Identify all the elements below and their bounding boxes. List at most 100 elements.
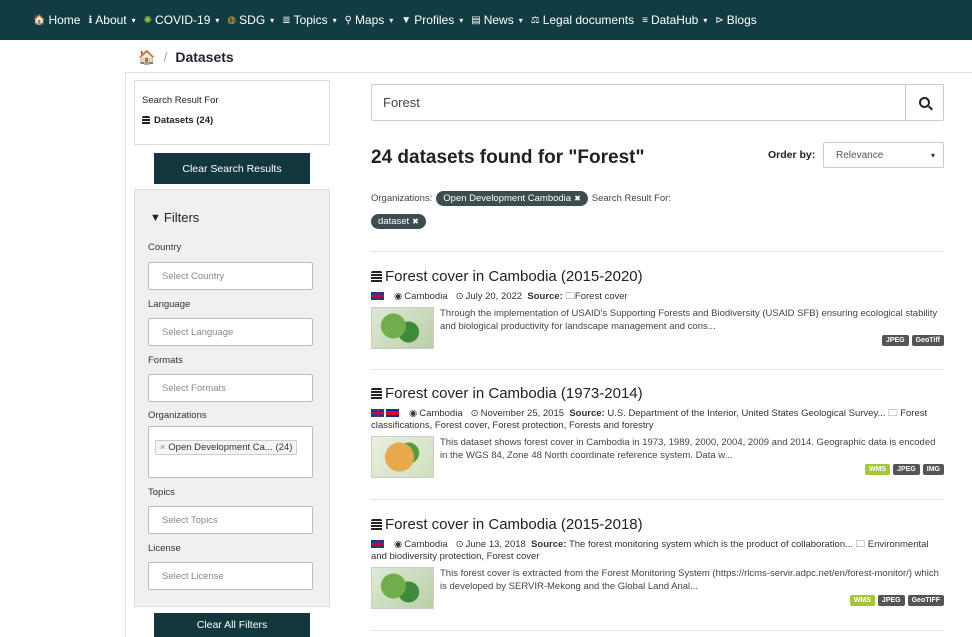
dataset-title-link[interactable]: Forest cover in Cambodia (2015-2020): [371, 268, 944, 285]
facet-org-chip[interactable]: Open Development Cambodia ✖: [436, 191, 588, 206]
nav-legal[interactable]: ⚖ Legal documents: [531, 13, 634, 27]
order-by-value: Relevance: [836, 149, 884, 161]
organization-chip-label: Open Development Ca... (24): [168, 441, 293, 453]
clock-icon: ⊙: [470, 408, 479, 419]
format-badge[interactable]: JPEG: [877, 595, 905, 606]
datasets-count-link[interactable]: Datasets (24): [142, 115, 322, 126]
dataset-thumbnail[interactable]: [371, 436, 434, 478]
caret-down-icon: ▾: [459, 15, 464, 25]
khmer-flag-icon[interactable]: [386, 409, 399, 418]
remove-icon[interactable]: ×: [160, 442, 165, 452]
list-icon: ≣: [282, 14, 291, 26]
dataset-meta: ◉ Cambodia ⊙ June 13, 2018 Source: The fore…: [371, 539, 944, 563]
dataset-description: This forest cover is extracted from the …: [440, 568, 939, 592]
clear-all-filters-button[interactable]: Clear All Filters: [154, 613, 310, 637]
dataset-meta: ◉ Cambodia ⊙ November 25, 2015 Source: U.S.…: [371, 408, 944, 432]
results-heading: 24 datasets found for "Forest": [371, 147, 645, 168]
dataset-date: July 20, 2022: [465, 291, 523, 302]
dataset-description: Through the implementation of USAID's Su…: [440, 308, 938, 332]
dataset-item: Forest cover in Cambodia (1973-2014) ◉ Ca…: [371, 385, 944, 478]
caret-down-icon: ▾: [215, 15, 220, 25]
license-label: License: [148, 543, 181, 554]
nav-topics[interactable]: ≣ Topics ▾: [282, 13, 336, 27]
nav-label: Home: [48, 13, 81, 27]
search-result-summary: Search Result For Datasets (24): [134, 80, 330, 145]
uk-flag-icon[interactable]: [371, 409, 384, 418]
facet-org-chip-label: Open Development Cambodia: [443, 193, 572, 204]
nav-blogs[interactable]: ⊳ Blogs: [715, 13, 756, 27]
dataset-source: Forest cover: [574, 291, 628, 302]
organization-chip[interactable]: × Open Development Ca... (24): [155, 439, 298, 455]
caret-down-icon: ▾: [518, 15, 523, 25]
nav-datahub[interactable]: ≡ DataHub ▾: [642, 13, 707, 27]
chevron-down-icon: ▾: [930, 150, 935, 160]
nav-covid[interactable]: ✺ COVID-19 ▾: [144, 13, 220, 27]
dataset-description: This dataset shows forest cover in Cambo…: [440, 437, 936, 461]
active-facets: Organizations: Open Development Cambodia…: [371, 191, 671, 206]
format-badge[interactable]: WMS: [849, 595, 875, 606]
remove-icon[interactable]: ✖: [412, 217, 419, 226]
dataset-title: Forest cover in Cambodia (2015-2018): [385, 516, 643, 533]
search-button[interactable]: [905, 85, 943, 120]
globe-icon: ◉: [409, 408, 418, 419]
home-icon: 🏠: [33, 14, 46, 26]
uk-flag-icon[interactable]: [371, 292, 384, 301]
database-icon: [371, 270, 382, 283]
nav-label: Topics: [293, 13, 328, 27]
search-input[interactable]: [372, 85, 905, 120]
country-select[interactable]: Select Country: [148, 262, 313, 290]
facet-type-chip[interactable]: dataset ✖: [371, 214, 426, 229]
format-badge[interactable]: GeoTiff: [911, 335, 944, 346]
nav-maps[interactable]: ⚲ Maps ▾: [345, 13, 394, 27]
divider: [371, 369, 944, 370]
language-select[interactable]: Select Language: [148, 318, 313, 346]
uk-flag-icon[interactable]: [371, 540, 384, 549]
formats-select[interactable]: Select Formats: [148, 374, 313, 402]
format-badge[interactable]: GeoTIFF: [907, 595, 944, 606]
topics-select[interactable]: Select Topics: [148, 506, 313, 534]
dataset-item: Forest cover in Cambodia (2015-2020) ◉ Ca…: [371, 268, 944, 349]
divider: [371, 630, 944, 631]
order-by-select[interactable]: Relevance ▾: [823, 142, 944, 168]
nav-home[interactable]: 🏠 Home: [33, 13, 80, 27]
organizations-select[interactable]: × Open Development Ca... (24): [148, 426, 313, 478]
filter-icon: ▼: [150, 211, 161, 224]
format-badge[interactable]: WMS: [864, 464, 891, 475]
dataset-thumbnail[interactable]: [371, 567, 434, 609]
search-bar: [371, 84, 944, 121]
nav-label: Maps: [354, 13, 385, 27]
database-icon: [371, 387, 382, 400]
nav-label: COVID-19: [155, 13, 211, 27]
caret-down-icon: ▾: [389, 15, 394, 25]
database-icon: [142, 116, 150, 125]
divider: [371, 499, 944, 500]
nav-profiles[interactable]: ▼ Profiles ▾: [401, 13, 463, 27]
nav-sdg[interactable]: ◍ SDG ▾: [227, 13, 274, 27]
filters-title: Filters: [163, 210, 200, 225]
nav-about[interactable]: ℹ About ▾: [88, 13, 135, 27]
home-icon[interactable]: 🏠: [138, 49, 155, 66]
caret-down-icon: ▾: [703, 15, 708, 25]
source-label: Source:: [531, 539, 567, 550]
country-label: Country: [148, 242, 182, 253]
format-badge[interactable]: IMG: [922, 464, 944, 475]
breadcrumb: 🏠 / Datasets: [138, 48, 234, 66]
filters-panel: ▼ Filters Country Select Country Language…: [134, 189, 330, 607]
format-badge[interactable]: JPEG: [881, 335, 909, 346]
clock-icon: ⊙: [455, 291, 464, 302]
nav-label: News: [483, 13, 514, 27]
clear-search-results-button[interactable]: Clear Search Results: [154, 153, 310, 184]
divider: [126, 72, 972, 73]
rss-icon: ⊳: [715, 14, 724, 26]
dataset-thumbnail[interactable]: [371, 307, 434, 349]
license-select[interactable]: Select License: [148, 562, 313, 590]
format-badge[interactable]: JPEG: [893, 464, 920, 475]
nav-label: About: [95, 13, 127, 27]
nav-news[interactable]: ▤ News ▾: [471, 13, 522, 27]
remove-icon[interactable]: ✖: [574, 194, 581, 203]
dataset-title-link[interactable]: Forest cover in Cambodia (1973-2014): [371, 385, 944, 402]
dataset-title-link[interactable]: Forest cover in Cambodia (2015-2018): [371, 516, 944, 533]
top-navbar: 🏠 Home ℹ About ▾ ✺ COVID-19 ▾ ◍ SDG ▾ ≣ Topics ▾ …: [0, 0, 972, 40]
gavel-icon: ⚖: [530, 14, 540, 26]
map-marker-icon: ⚲: [344, 14, 352, 26]
